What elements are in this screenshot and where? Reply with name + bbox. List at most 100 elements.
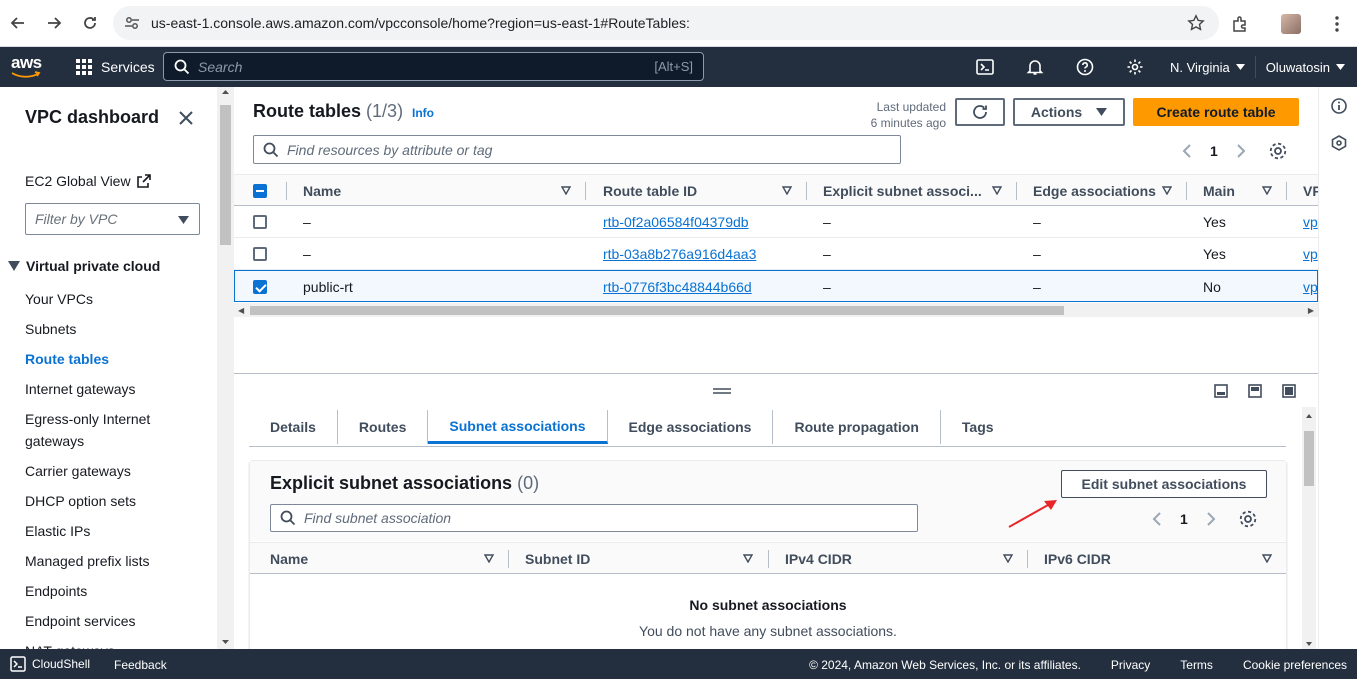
row-checkbox[interactable] bbox=[253, 238, 267, 270]
services-menu[interactable]: Services bbox=[75, 47, 155, 87]
aws-logo[interactable]: aws bbox=[11, 54, 42, 78]
scroll-right-icon[interactable]: ▶ bbox=[1308, 306, 1314, 315]
panel-side-icon[interactable] bbox=[1248, 384, 1262, 398]
sort-icon[interactable] bbox=[561, 186, 571, 195]
column-header-subnet-id[interactable]: Subnet ID bbox=[525, 543, 590, 575]
sort-icon[interactable] bbox=[1003, 554, 1013, 563]
sort-icon[interactable] bbox=[484, 554, 494, 563]
aws-search-input[interactable]: Search [Alt+S] bbox=[163, 52, 704, 81]
tab-subnet-associations[interactable]: Subnet associations bbox=[428, 410, 608, 444]
sidebar-item-endpoint-services[interactable]: Endpoint services bbox=[25, 610, 205, 632]
bookmark-star-icon[interactable] bbox=[1187, 14, 1205, 32]
table-row[interactable]: – rtb-03a8b276a916d4aa3 – – Yes vp bbox=[234, 238, 1318, 270]
tab-route-propagation[interactable]: Route propagation bbox=[773, 410, 941, 444]
settings-gear-icon[interactable] bbox=[1110, 47, 1160, 87]
reload-icon[interactable] bbox=[72, 5, 108, 41]
cloudshell-button[interactable]: CloudShell bbox=[10, 656, 90, 672]
column-header-name[interactable]: Name bbox=[303, 175, 341, 207]
region-selector[interactable]: N. Virginia bbox=[1160, 47, 1255, 87]
tab-routes[interactable]: Routes bbox=[338, 410, 429, 444]
chevron-right-icon[interactable] bbox=[1206, 511, 1216, 527]
sidebar-scroll-thumb[interactable] bbox=[220, 105, 231, 245]
ec2-global-view-link[interactable]: EC2 Global View bbox=[25, 173, 151, 189]
cell-vpc[interactable]: vp bbox=[1303, 214, 1318, 230]
filter-by-vpc-select[interactable]: Filter by VPC bbox=[25, 203, 200, 235]
chevron-left-icon[interactable] bbox=[1152, 511, 1162, 527]
tab-edge-associations[interactable]: Edge associations bbox=[608, 410, 774, 444]
browser-menu-icon[interactable] bbox=[1317, 6, 1357, 42]
sidebar-item-subnets[interactable]: Subnets bbox=[25, 318, 205, 340]
account-menu[interactable]: Oluwatosin bbox=[1256, 47, 1357, 87]
select-all-checkbox[interactable] bbox=[253, 175, 267, 207]
site-settings-icon[interactable] bbox=[123, 14, 143, 32]
row-checkbox[interactable] bbox=[253, 206, 267, 238]
subnet-association-search-input[interactable]: Find subnet association bbox=[270, 504, 918, 532]
table-horizontal-scrollbar[interactable]: ◀ ▶ bbox=[234, 303, 1318, 317]
sort-icon[interactable] bbox=[782, 186, 792, 195]
extensions-icon[interactable] bbox=[1215, 6, 1265, 42]
resize-handle-icon[interactable] bbox=[712, 387, 732, 395]
back-icon[interactable] bbox=[0, 5, 36, 41]
info-panel-icon[interactable] bbox=[1331, 98, 1347, 114]
row-checkbox[interactable] bbox=[253, 271, 267, 303]
page-number[interactable]: 1 bbox=[1180, 511, 1188, 527]
sort-icon[interactable] bbox=[992, 186, 1002, 195]
column-header-route-table-id[interactable]: Route table ID bbox=[603, 175, 697, 207]
feedback-panel-icon[interactable] bbox=[1331, 135, 1347, 151]
cloudshell-icon[interactable] bbox=[960, 47, 1010, 87]
sidebar-item-egress-only-internet-gateways[interactable]: Egress-only Internet gateways bbox=[25, 408, 205, 452]
horizontal-scroll-thumb[interactable] bbox=[250, 306, 1064, 315]
create-route-table-button[interactable]: Create route table bbox=[1133, 98, 1299, 126]
table-row[interactable]: – rtb-0f2a06584f04379db – – Yes vp bbox=[234, 206, 1318, 238]
sidebar-item-carrier-gateways[interactable]: Carrier gateways bbox=[25, 460, 205, 482]
sidebar-item-managed-prefix-lists[interactable]: Managed prefix lists bbox=[25, 550, 205, 572]
cell-vpc[interactable]: vp bbox=[1303, 246, 1318, 262]
help-icon[interactable] bbox=[1060, 47, 1110, 87]
cookie-preferences-link[interactable]: Cookie preferences bbox=[1243, 658, 1347, 672]
cell-id[interactable]: rtb-0f2a06584f04379db bbox=[603, 214, 749, 230]
scroll-up-icon[interactable] bbox=[1302, 411, 1316, 421]
sort-icon[interactable] bbox=[1162, 186, 1172, 195]
column-header-edge-associations[interactable]: Edge associations bbox=[1033, 175, 1156, 207]
terms-link[interactable]: Terms bbox=[1180, 658, 1213, 672]
table-row[interactable]: public-rt rtb-0776f3bc48844b66d – – No vp bbox=[234, 270, 1318, 302]
profile-avatar[interactable] bbox=[1265, 6, 1317, 42]
tab-details[interactable]: Details bbox=[249, 410, 338, 444]
sidebar-item-elastic-ips[interactable]: Elastic IPs bbox=[25, 520, 205, 542]
column-header-ipv4-cidr[interactable]: IPv4 CIDR bbox=[785, 543, 852, 575]
sidebar-item-your-vpcs[interactable]: Your VPCs bbox=[25, 288, 205, 310]
cell-vpc[interactable]: vp bbox=[1303, 279, 1318, 295]
column-header-explicit-subnet[interactable]: Explicit subnet associ... bbox=[823, 175, 982, 207]
actions-button[interactable]: Actions bbox=[1013, 98, 1125, 126]
scroll-up-icon[interactable] bbox=[217, 87, 234, 97]
sidebar-section-vpc[interactable]: Virtual private cloud bbox=[8, 258, 160, 274]
column-header-name[interactable]: Name bbox=[270, 543, 308, 575]
table-settings-gear-icon[interactable] bbox=[1268, 141, 1288, 161]
feedback-link[interactable]: Feedback bbox=[114, 658, 167, 672]
sidebar-item-route-tables[interactable]: Route tables bbox=[25, 348, 205, 370]
address-bar[interactable]: us-east-1.console.aws.amazon.com/vpccons… bbox=[113, 6, 1219, 40]
page-number[interactable]: 1 bbox=[1210, 143, 1218, 159]
chevron-right-icon[interactable] bbox=[1236, 143, 1246, 159]
panel-bottom-icon[interactable] bbox=[1214, 384, 1228, 398]
split-scroll-thumb[interactable] bbox=[1304, 431, 1314, 486]
column-header-ipv6-cidr[interactable]: IPv6 CIDR bbox=[1044, 543, 1111, 575]
table-settings-gear-icon[interactable] bbox=[1238, 509, 1258, 529]
column-header-main[interactable]: Main bbox=[1203, 175, 1235, 207]
sidebar-title[interactable]: VPC dashboard bbox=[25, 107, 159, 128]
refresh-button[interactable] bbox=[955, 98, 1005, 126]
scroll-down-icon[interactable] bbox=[217, 637, 234, 647]
sidebar-item-internet-gateways[interactable]: Internet gateways bbox=[25, 378, 205, 400]
edit-subnet-associations-button[interactable]: Edit subnet associations bbox=[1061, 470, 1267, 498]
cell-id[interactable]: rtb-0776f3bc48844b66d bbox=[603, 279, 752, 295]
cell-id[interactable]: rtb-03a8b276a916d4aa3 bbox=[603, 246, 756, 262]
split-panel-scrollbar[interactable] bbox=[1302, 407, 1316, 650]
close-icon[interactable] bbox=[178, 110, 194, 126]
scroll-left-icon[interactable]: ◀ bbox=[238, 306, 244, 315]
tab-tags[interactable]: Tags bbox=[941, 410, 1015, 444]
sort-icon[interactable] bbox=[743, 554, 753, 563]
panel-full-icon[interactable] bbox=[1282, 384, 1296, 398]
sidebar-scrollbar[interactable] bbox=[217, 87, 234, 649]
resource-search-input[interactable]: Find resources by attribute or tag bbox=[253, 135, 901, 164]
privacy-link[interactable]: Privacy bbox=[1111, 658, 1150, 672]
